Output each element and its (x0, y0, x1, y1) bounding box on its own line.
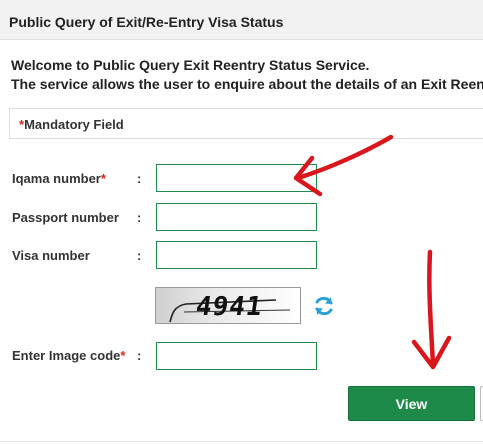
arrow-to-iqama (293, 134, 394, 197)
annotation-arrows (293, 134, 452, 370)
arrow-to-view (411, 249, 452, 370)
